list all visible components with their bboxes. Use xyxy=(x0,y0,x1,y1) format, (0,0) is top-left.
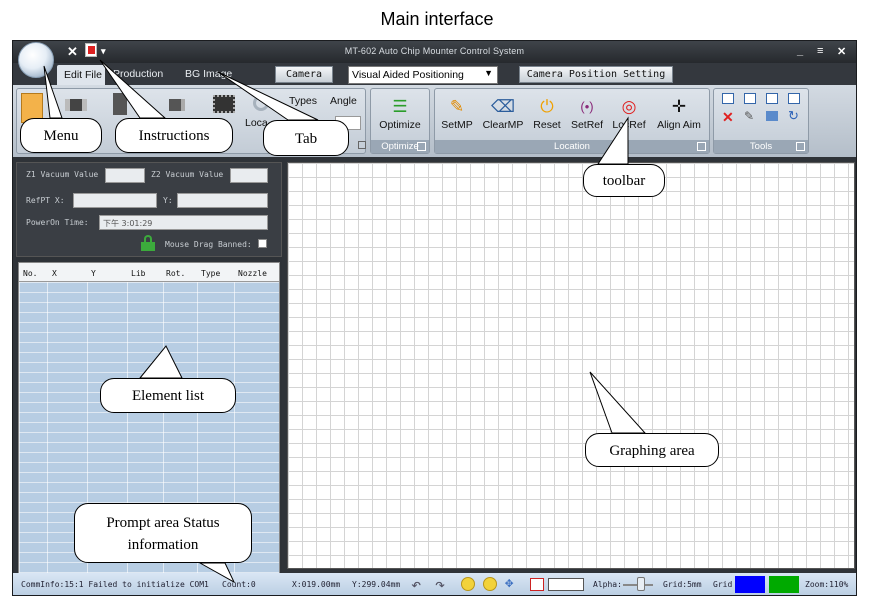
instructions-callout-tail xyxy=(99,59,167,119)
tab-callout-tail xyxy=(217,71,319,121)
element-list-callout-tail xyxy=(138,345,183,379)
callout-tails xyxy=(43,59,647,584)
prompt-callout-tail xyxy=(198,562,236,584)
menu-callout-tail xyxy=(43,65,63,119)
graphing-callout-tail xyxy=(589,371,647,434)
toolbar-callout-tail xyxy=(597,116,629,165)
